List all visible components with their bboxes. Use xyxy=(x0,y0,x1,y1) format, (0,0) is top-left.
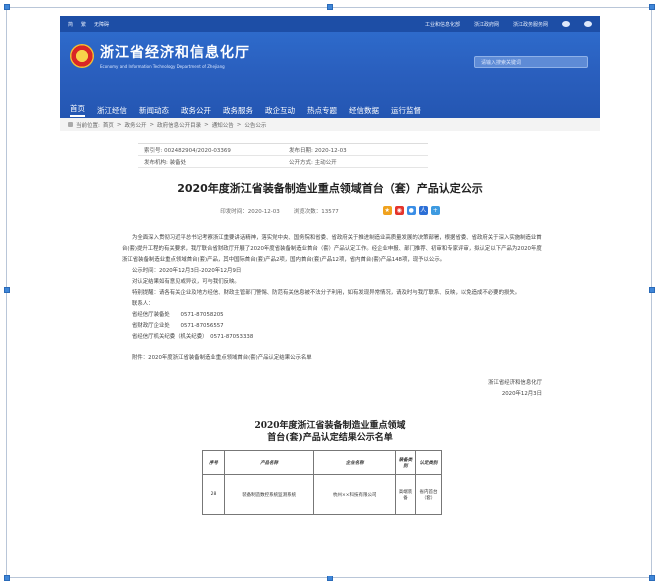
site-subtitle: Economy and Information Technology Depar… xyxy=(100,64,225,69)
breadcrumb-sep: > xyxy=(149,121,155,128)
col-header-equip-type: 装备类别 xyxy=(395,450,417,475)
doc-meta-table: 索引号: 002482904/2020-03369 发布日期: 2020-12-… xyxy=(138,143,428,168)
breadcrumb-home[interactable]: 首页 xyxy=(103,121,114,129)
nav-gov-open[interactable]: 政务公开 xyxy=(181,105,211,116)
attachment-link[interactable]: 附件：2020年度浙江省装备制造业重点领域首台(套)产品认定结果公示名单 xyxy=(122,353,542,364)
miit-link[interactable]: 工业和信息化部 xyxy=(425,21,460,28)
top-bar: 简 繁 无障碍 工业和信息化部 浙江政府网 浙江政务服务网 xyxy=(60,16,600,32)
contact-3: 省经信厅机关纪委（机关纪委） 0571-87053338 xyxy=(132,334,254,340)
zj-gov-link[interactable]: 浙江政府网 xyxy=(474,21,499,28)
search-input[interactable]: 请输入搜索关键词 xyxy=(474,56,588,68)
article-title: 2020年度浙江省装备制造业重点领域首台（套）产品认定公示 xyxy=(177,182,483,195)
weibo-share-icon[interactable]: ◉ xyxy=(394,206,404,215)
nav-interaction[interactable]: 政企互动 xyxy=(265,105,295,116)
national-emblem-icon xyxy=(70,43,94,68)
site-title: 浙江省经济和信息化厅 xyxy=(100,45,250,61)
nav-home[interactable]: 首页 xyxy=(70,103,85,117)
attachment-title: 2020年度浙江省装备制造业重点领域 首台(套)产品认定结果公示名单 xyxy=(60,420,600,444)
attachment-table: 序号 产品名称 企业名称 装备类别 认定类别 28 装备制造数控系统监测系统 杭… xyxy=(202,450,442,515)
wechat-icon[interactable] xyxy=(584,21,592,27)
resize-handle-right[interactable] xyxy=(649,287,655,293)
issuer: 发布机构: 装备处 xyxy=(144,159,187,166)
resize-handle-top-right[interactable] xyxy=(649,4,655,10)
objection-line: 对认定结果如有意见或异议，可与我们反映。 xyxy=(132,279,240,285)
col-header-index: 序号 xyxy=(202,450,225,475)
resize-handle-top-left[interactable] xyxy=(4,4,10,10)
main-nav: 首页 浙江经信 新闻动态 政务公开 政务服务 政企互动 热点专题 经信数据 运行… xyxy=(60,102,600,118)
resize-handle-left[interactable] xyxy=(4,287,10,293)
qzone-share-icon[interactable]: ★ xyxy=(382,206,392,215)
accessibility-link[interactable]: 无障碍 xyxy=(94,21,109,28)
nav-data[interactable]: 经信数据 xyxy=(349,105,379,116)
home-icon xyxy=(68,122,73,127)
weibo-icon[interactable] xyxy=(562,21,570,27)
cell-cert-type: 省内首台（套） xyxy=(415,474,442,515)
contact-label: 联系人： xyxy=(132,301,154,307)
index-number: 索引号: 002482904/2020-03369 xyxy=(144,147,231,154)
breadcrumb-catalog[interactable]: 政府信息公开目录 xyxy=(157,121,201,129)
cell-index: 28 xyxy=(202,474,225,515)
more-share-icon[interactable]: + xyxy=(430,206,440,215)
breadcrumb-announcements[interactable]: 公告公示 xyxy=(244,121,266,129)
article-paragraph: 为全面深入贯彻习近平总书记考察浙江重要讲话精神，落实党中央、国务院和省委、省政府… xyxy=(122,235,542,263)
breadcrumb-sep: > xyxy=(116,121,122,128)
site-header: 简 繁 无障碍 工业和信息化部 浙江政府网 浙江政务服务网 浙江省经济和信息化厅… xyxy=(60,16,600,118)
breadcrumb-sep: > xyxy=(236,121,242,128)
warning-line: 特别提醒：请各有关企业及地方经信、财政主管部门警惕、防范有关信息被不法分子利用，… xyxy=(132,290,521,296)
cell-equip-type: 高端装备 xyxy=(395,474,417,515)
view-count: 浏览次数：13577 xyxy=(293,208,339,215)
resize-handle-bottom-left[interactable] xyxy=(4,575,10,581)
contact-2: 省财政厅企业处 0571-87056557 xyxy=(132,323,224,329)
col-header-cert-type: 认定类别 xyxy=(415,450,442,475)
breadcrumb-gov-open[interactable]: 政务公开 xyxy=(124,121,146,129)
open-type: 公开方式: 主动公开 xyxy=(289,159,337,166)
attachment-title-line2: 首台(套)产品认定结果公示名单 xyxy=(267,433,393,443)
breadcrumb-label: 当前位置: xyxy=(76,122,100,129)
resize-handle-top[interactable] xyxy=(327,4,333,10)
cell-product: 装备制造数控系统监测系统 xyxy=(223,474,315,515)
cell-company: 杭州××科技有限公司 xyxy=(313,474,397,515)
resize-handle-bottom-right[interactable] xyxy=(649,575,655,581)
notice-period: 公示时间：2020年12月3日-2020年12月9日 xyxy=(132,268,242,274)
simplified-link[interactable]: 简 xyxy=(68,21,73,28)
article-body: 为全面深入贯彻习近平总书记考察浙江重要讲话精神，落实党中央、国务院和省委、省政府… xyxy=(122,233,542,364)
print-date: 印发时间：2020-12-03 xyxy=(220,208,280,215)
attachment-title-line1: 2020年度浙江省装备制造业重点领域 xyxy=(254,421,406,431)
renren-share-icon[interactable]: 人 xyxy=(418,206,428,215)
col-header-company: 企业名称 xyxy=(313,450,397,475)
nav-supervision[interactable]: 运行监督 xyxy=(391,105,421,116)
nav-news[interactable]: 新闻动态 xyxy=(139,105,169,116)
qq-share-icon[interactable]: ● xyxy=(406,206,416,215)
breadcrumb-sep: > xyxy=(204,121,209,128)
article-info: 印发时间：2020-12-03 浏览次数：13577 ★ ◉ ● 人 + xyxy=(60,206,600,215)
nav-gov-service[interactable]: 政务服务 xyxy=(223,105,253,116)
signature: 浙江省经济和信息化厅 2020年12月3日 xyxy=(60,378,542,400)
nav-zjjx[interactable]: 浙江经信 xyxy=(97,105,127,116)
issue-date: 发布日期: 2020-12-03 xyxy=(289,147,347,154)
zj-service-link[interactable]: 浙江政务服务网 xyxy=(513,21,548,28)
table-row: 28 装备制造数控系统监测系统 杭州××科技有限公司 高端装备 省内首台（套） xyxy=(202,474,442,515)
sign-org: 浙江省经济和信息化厅 xyxy=(488,380,542,386)
breadcrumb-notices[interactable]: 通知公告 xyxy=(212,121,234,129)
site-brand[interactable]: 浙江省经济和信息化厅 Economy and Information Techn… xyxy=(70,42,250,69)
share-bar: ★ ◉ ● 人 + xyxy=(382,206,440,215)
nav-topics[interactable]: 热点专题 xyxy=(307,105,337,116)
col-header-product: 产品名称 xyxy=(223,450,315,475)
breadcrumb: 当前位置: 首页 > 政务公开 > 政府信息公开目录 > 通知公告 > 公告公示 xyxy=(60,118,600,131)
web-page: 简 繁 无障碍 工业和信息化部 浙江政府网 浙江政务服务网 浙江省经济和信息化厅… xyxy=(60,16,600,576)
traditional-link[interactable]: 繁 xyxy=(81,21,86,28)
sign-date: 2020年12月3日 xyxy=(501,391,542,397)
contact-1: 省经信厅装备处 0571-87058205 xyxy=(132,312,224,318)
